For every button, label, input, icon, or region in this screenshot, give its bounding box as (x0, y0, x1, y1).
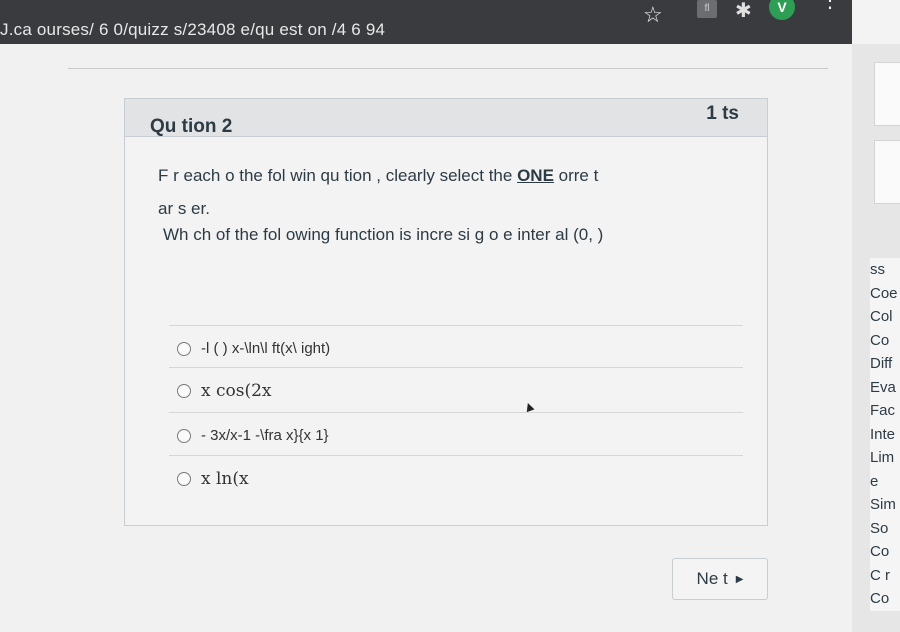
topic-list-item[interactable]: C r (870, 564, 900, 588)
instruction-text: F r each o the fol win qu tion , clearly… (158, 166, 513, 185)
radio-button[interactable] (177, 341, 191, 356)
instructions: F r each o the fol win qu tion , clearly… (158, 159, 718, 225)
profile-avatar[interactable]: V (769, 0, 795, 20)
next-button[interactable]: Ne t ▶ (672, 558, 768, 600)
topic-list-item[interactable]: Eva (870, 376, 900, 400)
sidebar-panel (874, 140, 900, 204)
answer-label: x ln(x (201, 469, 249, 489)
answer-option-2[interactable]: x cos(2x (177, 381, 272, 401)
topic-list-item[interactable]: Col (870, 305, 900, 329)
topic-list-item[interactable]: So (870, 517, 900, 541)
window-edge (852, 0, 900, 44)
topic-list-item[interactable]: Diff (870, 352, 900, 376)
extension-icon[interactable]: fl (697, 0, 717, 18)
topic-list-item[interactable]: Coe (870, 282, 900, 306)
radio-button[interactable] (177, 472, 191, 486)
topic-list-item[interactable]: ss (870, 258, 900, 282)
topic-list-item[interactable]: e (870, 470, 900, 494)
topic-list-item[interactable]: Co (870, 587, 900, 611)
answer-option-3[interactable]: - 3x/x-1 -\fra x}{x 1} (177, 427, 329, 444)
answer-option-4[interactable]: x ln(x (177, 469, 249, 489)
answer-label: x cos(2x (201, 381, 272, 401)
answer-divider (169, 455, 743, 456)
divider (68, 68, 828, 69)
question-header: Qu tion 2 1 ts (125, 99, 767, 137)
question-title: Qu tion 2 (150, 116, 233, 137)
topic-list-item[interactable]: Fac (870, 399, 900, 423)
browser-toolbar: J.ca ourses/ 6 0/quizz s/23408 e/qu est … (0, 0, 900, 44)
topic-list-item[interactable]: Co (870, 540, 900, 564)
topic-list-item[interactable]: Co (870, 329, 900, 353)
extensions-puzzle-icon[interactable]: ✱ (735, 0, 752, 23)
sidebar-panel (874, 62, 900, 126)
answer-label: -l ( ) x-\ln\l ft(x\ ight) (201, 340, 331, 357)
topic-list-item[interactable]: Sim (870, 493, 900, 517)
question-prompt: Wh ch of the fol owing function is incre… (163, 225, 604, 244)
radio-button[interactable] (177, 384, 191, 398)
browser-menu-icon[interactable]: ⋮ (820, 0, 840, 11)
answer-divider (169, 367, 743, 368)
bookmark-star-icon[interactable]: ☆ (643, 2, 663, 28)
answer-divider (169, 325, 743, 326)
question-points: 1 ts (706, 103, 739, 124)
instruction-emphasis: ONE (517, 166, 554, 185)
next-label: Ne t (696, 569, 728, 588)
caret-right-icon: ▶ (735, 573, 744, 585)
topic-list-item[interactable]: Inte (870, 423, 900, 447)
question-card: Qu tion 2 1 ts F r each o the fol win qu… (124, 98, 768, 526)
answer-option-1[interactable]: -l ( ) x-\ln\l ft(x\ ight) (177, 340, 330, 357)
instruction-line-2: ar s er. (158, 199, 210, 218)
topic-list: ss Coe Col Co Diff Eva Fac Inte Lim e Sim So Co C r Co (870, 258, 900, 611)
address-bar[interactable]: J.ca ourses/ 6 0/quizz s/23408 e/qu est … (0, 20, 385, 40)
topic-list-item[interactable]: Lim (870, 446, 900, 470)
answer-label: - 3x/x-1 -\fra x}{x 1} (201, 427, 329, 444)
instruction-text-end: orre t (558, 166, 599, 185)
answer-divider (169, 412, 743, 413)
radio-button[interactable] (177, 428, 191, 443)
